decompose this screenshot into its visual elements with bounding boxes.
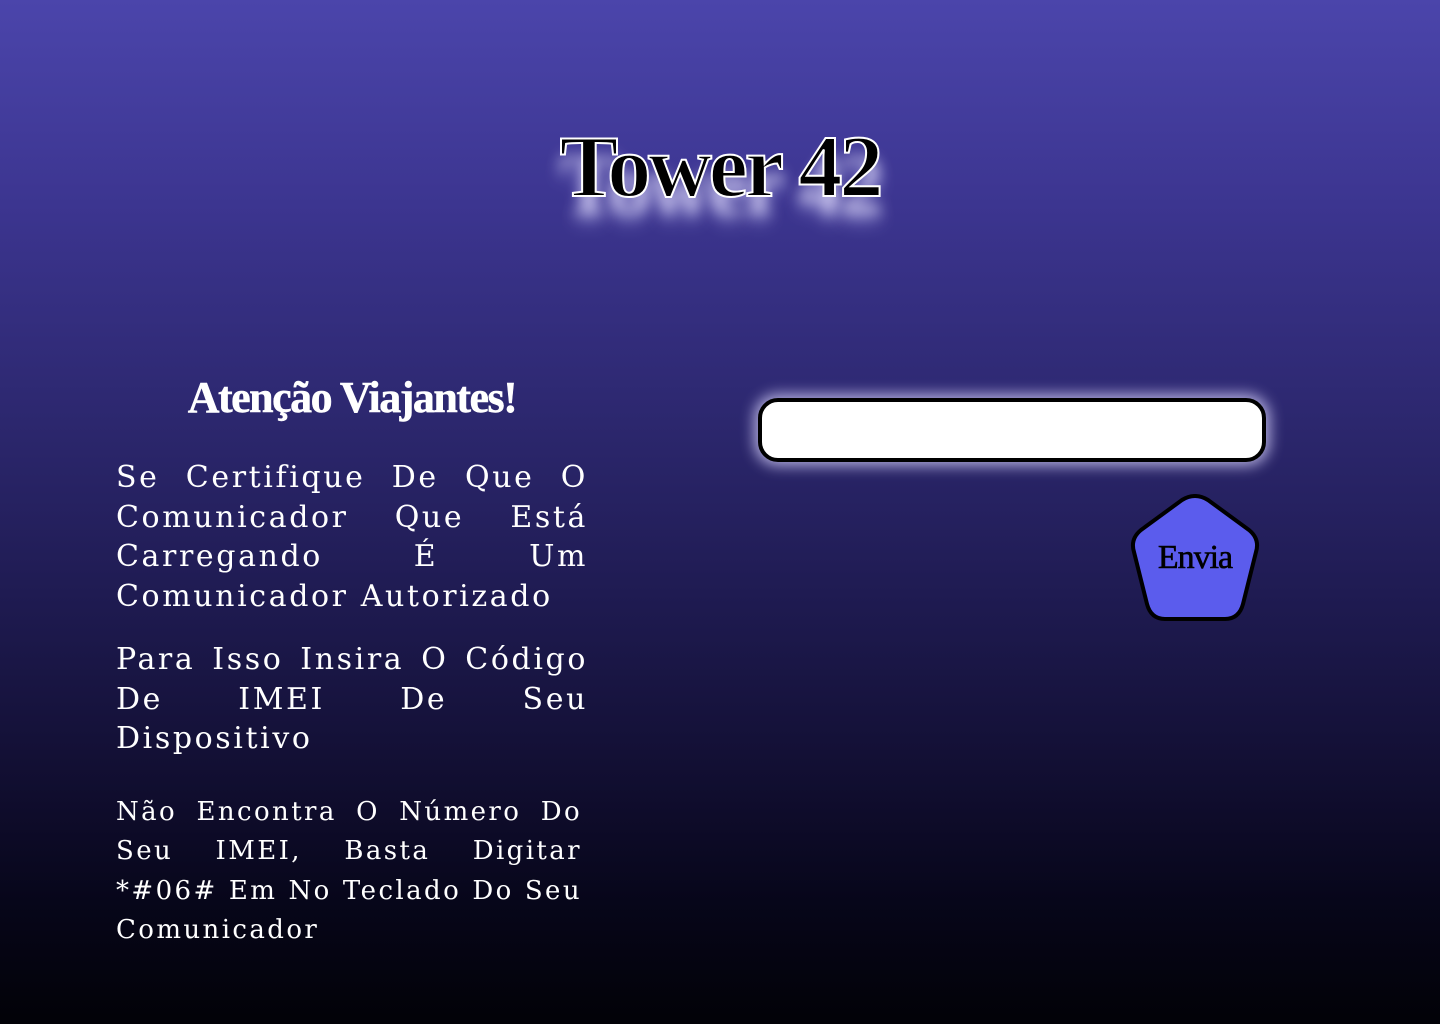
notice-paragraph-imei-instruction: Para Isso Insira O Código De IMEI De Seu… [116, 642, 588, 756]
send-button[interactable]: Envia [1128, 494, 1262, 624]
notice-paragraph-imei-help: Não Encontra O Número Do Seu IMEI, Basta… [116, 796, 582, 946]
send-button-label: Envia [1157, 539, 1234, 577]
notice-heading: Atenção Viajantes! [187, 373, 518, 423]
imei-input[interactable] [758, 398, 1266, 462]
notice-panel: Atenção Viajantes! Se Certifique De Que … [116, 370, 588, 975]
page-title: Tower 42 [559, 118, 885, 217]
notice-paragraph-authorized: Se Certifique De Que O Comunicador Que E… [116, 460, 588, 614]
page-header: Tower 42 [0, 118, 1440, 218]
